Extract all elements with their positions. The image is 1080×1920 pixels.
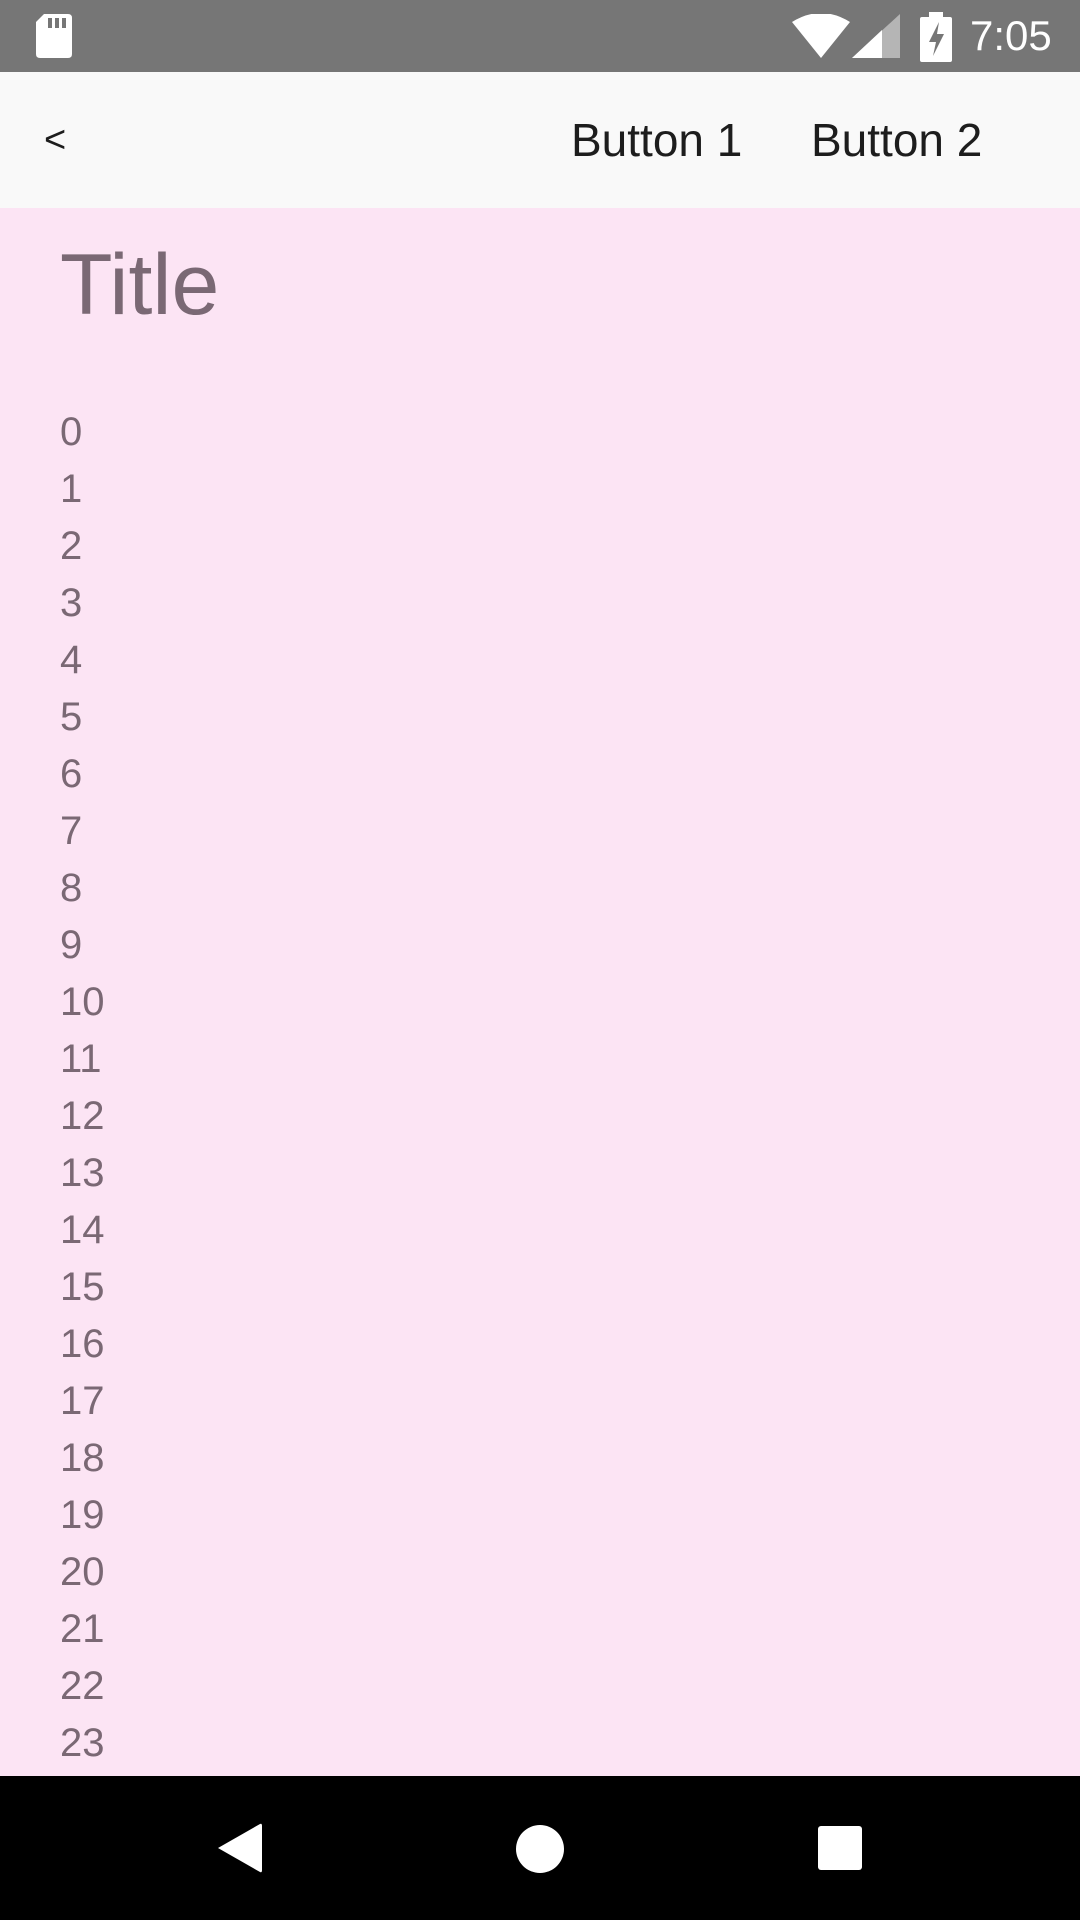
list-item: 16 bbox=[60, 1322, 105, 1366]
list-item: 17 bbox=[60, 1379, 105, 1423]
nav-back-icon[interactable] bbox=[216, 1822, 262, 1874]
list-item: 15 bbox=[60, 1265, 105, 1309]
list-item: 7 bbox=[60, 809, 83, 853]
list-item: 14 bbox=[60, 1208, 105, 1252]
navigation-bar bbox=[0, 1776, 1080, 1920]
app-bar: < Button 1 Button 2 bbox=[0, 72, 1080, 208]
battery-charging-icon bbox=[920, 12, 952, 62]
list-item: 4 bbox=[60, 638, 83, 682]
list-item: 1 bbox=[60, 467, 83, 511]
list-item: 3 bbox=[60, 581, 83, 625]
list-item: 20 bbox=[60, 1550, 105, 1594]
list-item: 19 bbox=[60, 1493, 105, 1537]
list-item: 2 bbox=[60, 524, 83, 568]
nav-recents-icon[interactable] bbox=[818, 1826, 862, 1870]
list-item: 18 bbox=[60, 1436, 105, 1480]
list-item: 5 bbox=[60, 695, 83, 739]
list-item: 9 bbox=[60, 923, 83, 967]
list-item: 21 bbox=[60, 1607, 105, 1651]
list-item: 13 bbox=[60, 1151, 105, 1195]
list-item: 22 bbox=[60, 1664, 105, 1708]
list-item: 11 bbox=[60, 1037, 102, 1081]
sd-card-icon bbox=[36, 14, 72, 58]
page-title: Title bbox=[60, 237, 220, 333]
list-item: 6 bbox=[60, 752, 83, 796]
content-area[interactable]: Title 0 1 2 3 4 5 6 7 8 9 10 11 12 13 14… bbox=[0, 208, 1080, 1776]
wifi-icon bbox=[792, 14, 850, 58]
status-clock: 7:05 bbox=[970, 12, 1052, 59]
list-item: 10 bbox=[60, 980, 105, 1024]
nav-home-icon[interactable] bbox=[515, 1824, 565, 1874]
button-1[interactable]: Button 1 bbox=[571, 106, 742, 174]
list-item: 23 bbox=[60, 1721, 105, 1765]
button-2[interactable]: Button 2 bbox=[811, 106, 982, 174]
number-list: 0 1 2 3 4 5 6 7 8 9 10 11 12 13 14 15 16… bbox=[60, 404, 105, 1772]
signal-icon bbox=[852, 14, 900, 58]
status-bar: 7:05 bbox=[0, 0, 1080, 72]
back-button[interactable]: < bbox=[44, 106, 104, 174]
list-item: 0 bbox=[60, 410, 83, 454]
list-item: 8 bbox=[60, 866, 83, 910]
list-item: 12 bbox=[60, 1094, 105, 1138]
